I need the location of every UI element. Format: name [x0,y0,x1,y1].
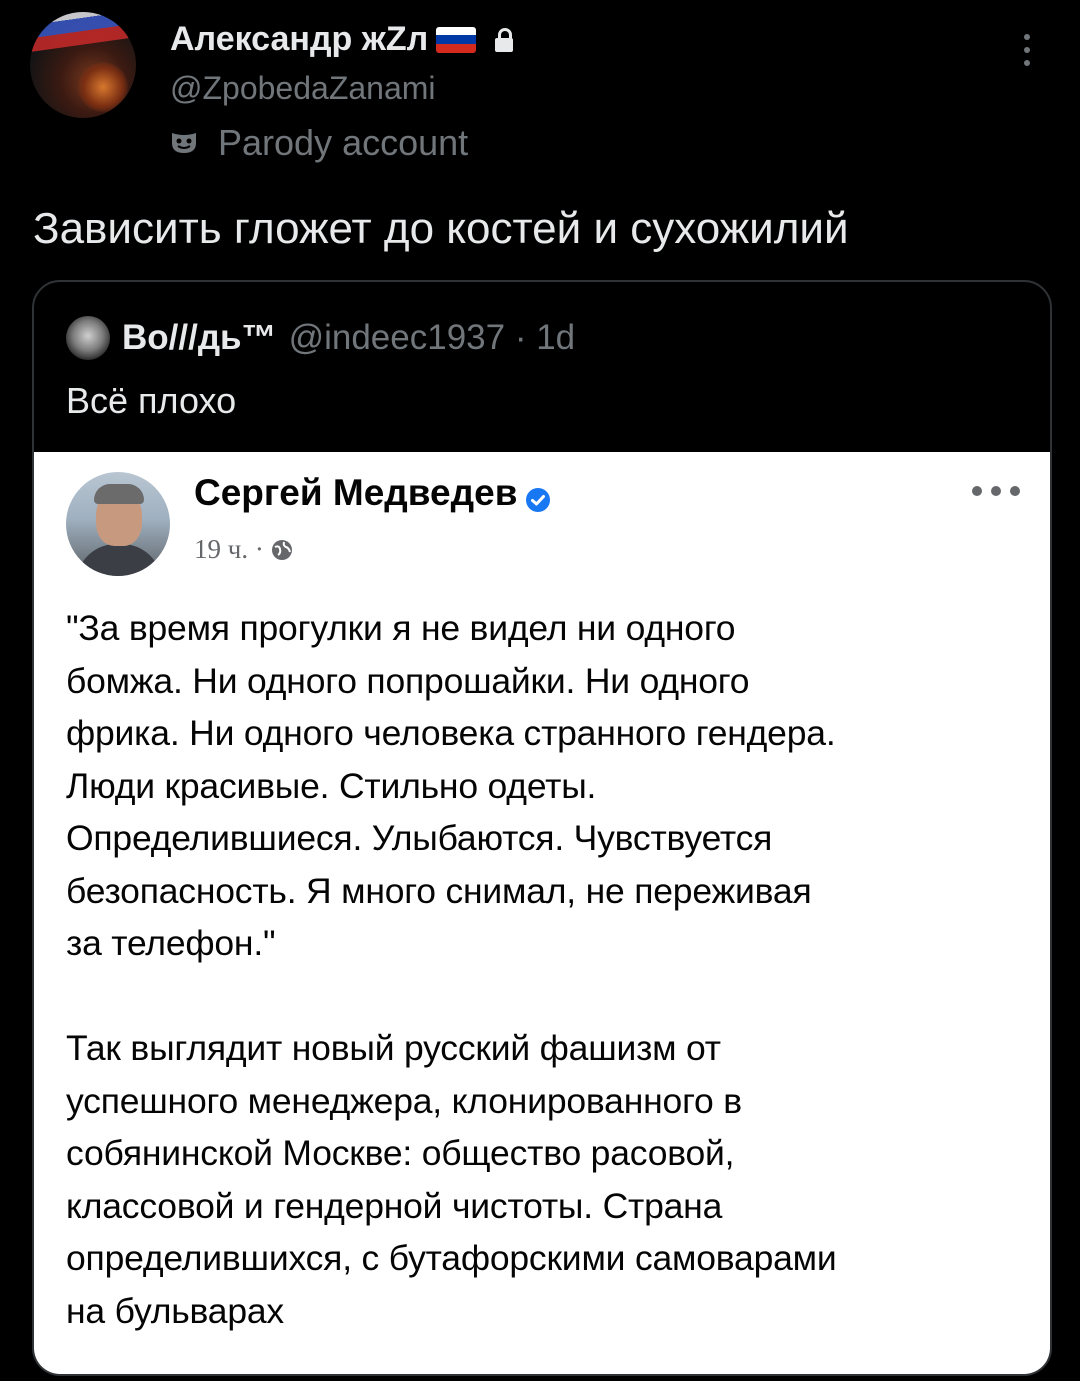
globe-icon [270,538,294,562]
author-name[interactable]: Александр жZл [170,20,428,59]
author-name-row[interactable]: Александр жZл [170,20,514,59]
more-horizontal-icon [972,486,1020,498]
quote-author-name[interactable]: Во///дь™ [122,318,277,358]
quote-text: Всё плохо [66,380,237,421]
parody-label: Parody account [218,122,469,163]
fb-timestamp: 19 ч. · [194,534,264,564]
tweet-text: Зависить гложет до костей и сухожилий [33,204,849,253]
more-vertical-icon[interactable] [1014,34,1040,74]
fb-author-name-row: Сергей Медведев [194,472,551,514]
fb-paragraph-1: "За время прогулки я не видел ни одного … [66,608,836,963]
author-handle[interactable]: @ZpobedaZanami [170,70,436,107]
quoted-tweet-card[interactable]: Во///дь™ @indeec1937 · 1d Всё плохо Серг… [32,280,1052,1376]
author-avatar[interactable] [30,12,136,118]
lock-icon [494,27,514,53]
fb-timestamp-row: 19 ч. · [194,534,294,565]
fb-post-body: "За время прогулки я не видел ни одного … [66,602,1026,1337]
quote-author-avatar[interactable] [66,316,110,360]
fb-paragraph-2: Так выглядит новый русский фашизм от усп… [66,1028,837,1331]
parody-mask-icon [170,131,198,155]
tweet: Александр жZл @ZpobedaZanami Parody acco… [0,0,1080,1381]
fb-author-avatar [66,472,170,576]
quote-meta: @indeec1937 · 1d [288,318,576,357]
russia-flag-icon [436,26,477,53]
attached-screenshot[interactable]: Сергей Медведев 19 ч. · "За время прогул… [34,452,1050,1374]
parody-label-row: Parody account [170,122,468,164]
fb-author-name: Сергей Медведев [194,472,518,513]
quote-header: Во///дь™ @indeec1937 · 1d [66,316,575,360]
verified-badge-icon [525,480,551,512]
